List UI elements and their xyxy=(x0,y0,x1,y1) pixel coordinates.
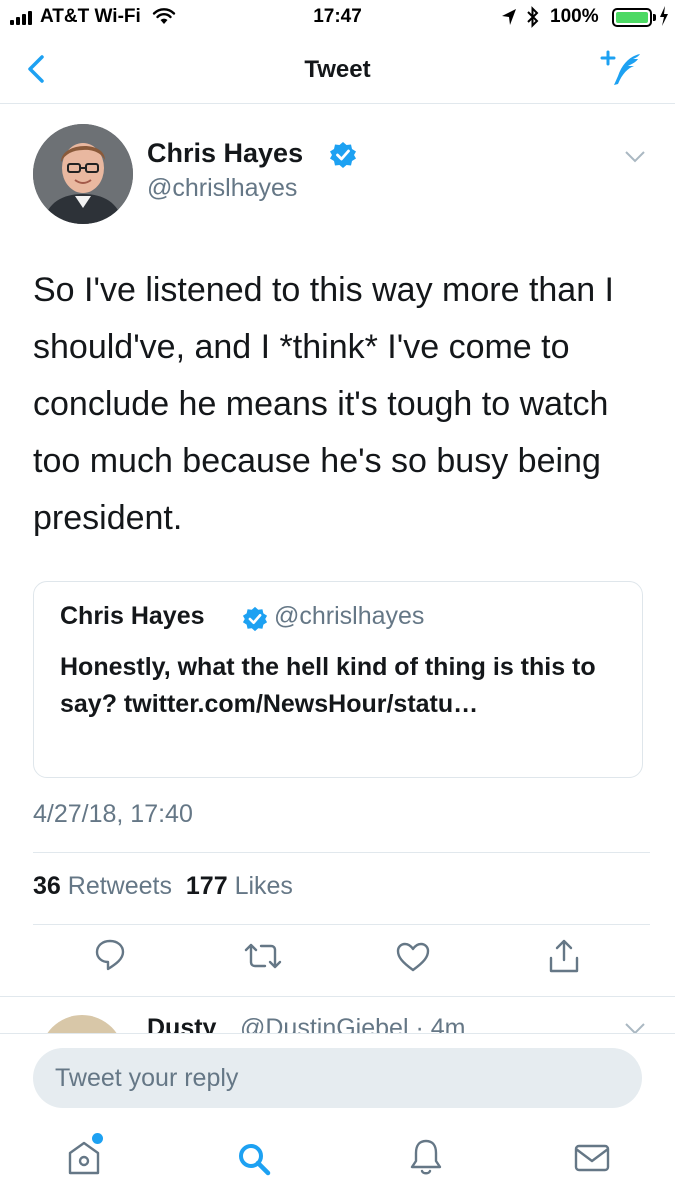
quoted-author-handle: @chrislhayes xyxy=(274,602,425,630)
navigation-bar: Tweet xyxy=(0,36,675,104)
reply-author-meta: @DustinGiebel · 4m xyxy=(240,1014,466,1033)
charging-bolt-icon xyxy=(660,6,668,26)
unread-dot xyxy=(92,1133,103,1144)
tab-bar xyxy=(0,1119,675,1200)
author-avatar[interactable] xyxy=(33,124,133,224)
battery-icon xyxy=(612,8,652,27)
verified-badge-icon xyxy=(242,606,268,632)
page-title: Tweet xyxy=(304,56,371,83)
quoted-author-name: Chris Hayes xyxy=(60,602,205,630)
chevron-down-icon[interactable] xyxy=(624,150,646,164)
bluetooth-icon xyxy=(527,6,539,28)
reply-input[interactable] xyxy=(33,1048,642,1108)
reply-author-name: Dusty xyxy=(147,1014,217,1033)
divider xyxy=(33,924,650,925)
messages-icon[interactable] xyxy=(574,1143,610,1173)
battery-tip xyxy=(653,14,656,21)
retweets-stat[interactable]: 36 Retweets xyxy=(33,872,172,900)
retweets-count: 36 xyxy=(33,872,61,900)
divider xyxy=(33,852,650,853)
compose-tweet-icon[interactable] xyxy=(600,50,646,88)
status-bar: AT&T Wi-Fi 17:47 100% xyxy=(0,0,675,36)
divider xyxy=(0,996,675,997)
reply-preview[interactable]: Dusty @DustinGiebel · 4m xyxy=(0,1000,675,1033)
retweet-icon[interactable] xyxy=(243,942,283,970)
location-arrow-icon xyxy=(502,9,516,25)
author-handle[interactable]: @chrislhayes xyxy=(147,174,297,203)
reply-author-avatar xyxy=(40,1015,124,1033)
author-name[interactable]: Chris Hayes xyxy=(147,138,303,169)
verified-badge-icon xyxy=(330,142,356,168)
tweet-actions xyxy=(0,938,675,988)
chevron-down-icon[interactable] xyxy=(624,1022,646,1033)
reply-bar xyxy=(0,1033,675,1119)
likes-count: 177 xyxy=(185,872,228,900)
share-icon[interactable] xyxy=(547,938,581,974)
search-icon[interactable] xyxy=(236,1141,272,1177)
quoted-tweet-card[interactable]: Chris Hayes @chrislhayes Honestly, what … xyxy=(33,581,643,778)
notifications-icon[interactable] xyxy=(408,1137,444,1177)
retweets-label: Retweets xyxy=(67,872,172,900)
tweet-text: So I've listened to this way more than I… xyxy=(33,271,615,537)
quoted-tweet-text: Honestly, what the hell kind of thing is… xyxy=(60,653,596,718)
reply-icon[interactable] xyxy=(94,938,126,972)
tweet-timestamp: 4/27/18, 17:40 xyxy=(33,800,193,828)
battery-percent: 100% xyxy=(550,6,599,27)
heart-icon[interactable] xyxy=(396,942,430,972)
likes-stat[interactable]: 177 Likes xyxy=(186,872,293,900)
engagement-stats: 36 Retweets 177 Likes xyxy=(33,872,293,901)
avatar-photo xyxy=(33,124,133,224)
likes-label: Likes xyxy=(234,872,293,900)
